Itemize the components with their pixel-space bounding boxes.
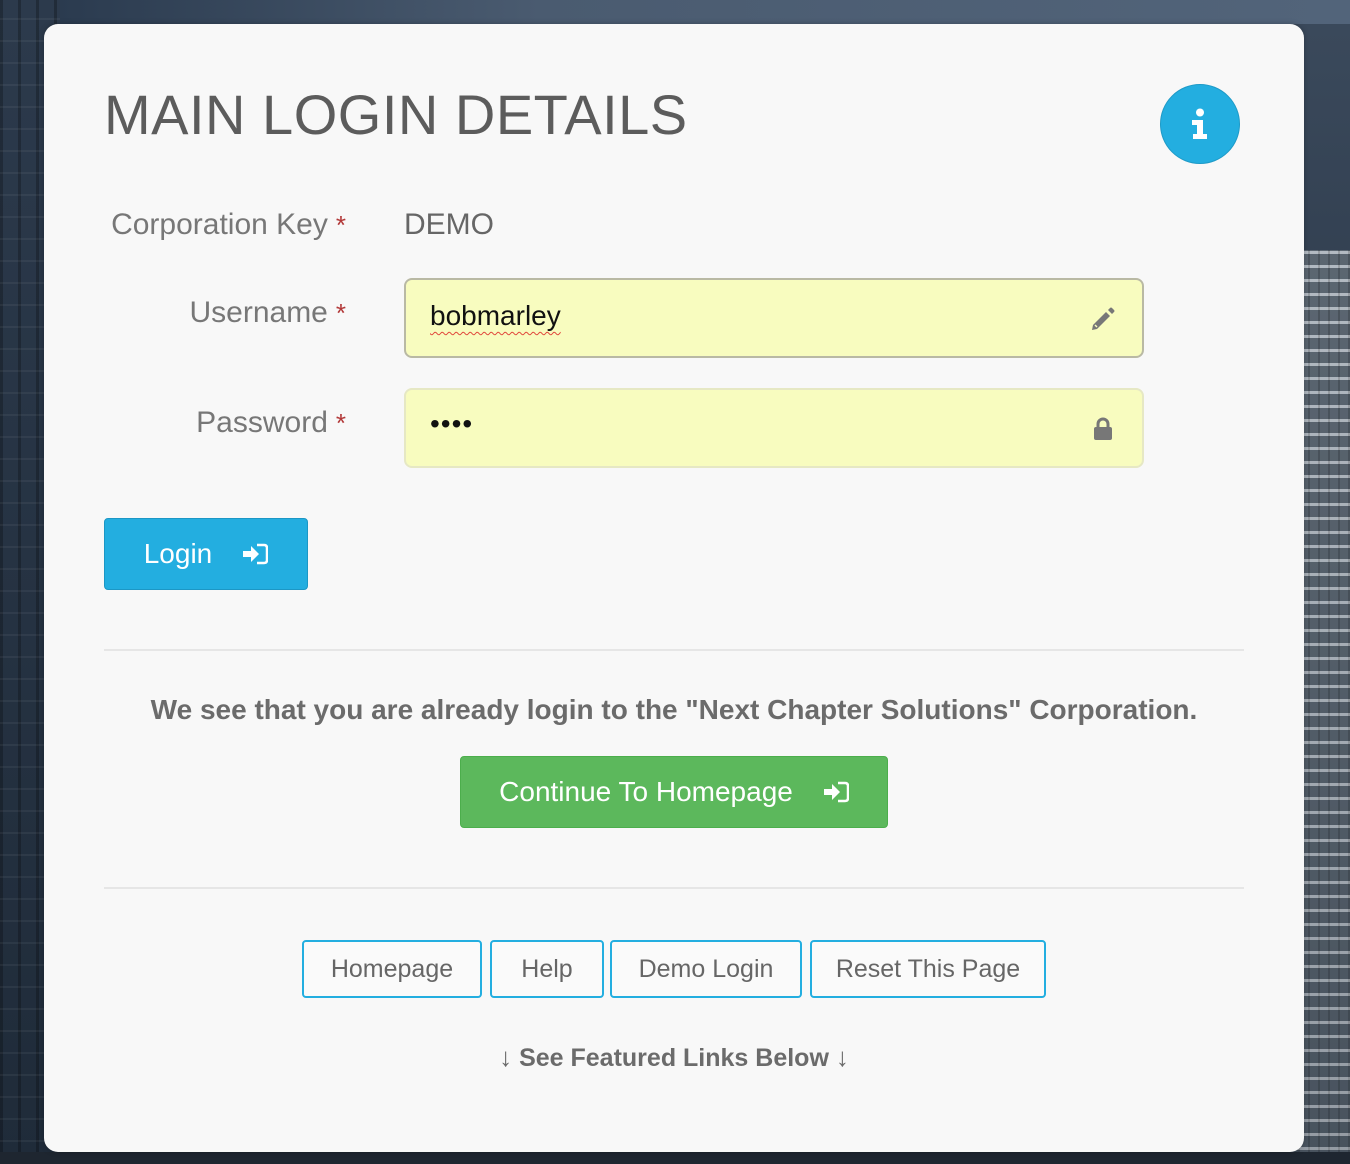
already-logged-in-notice: We see that you are already login to the… [150, 694, 1198, 725]
username-input[interactable]: bobmarley [404, 278, 1144, 358]
required-marker: * [335, 210, 346, 240]
page-title: MAIN LOGIN DETAILS [104, 83, 688, 146]
info-icon [1192, 108, 1207, 139]
username-row: Username * bobmarley [44, 278, 1304, 358]
background-sky [0, 0, 1350, 24]
info-button[interactable] [1160, 84, 1240, 164]
lock-icon [1094, 417, 1112, 440]
down-arrow-icon: ↓ [499, 1042, 513, 1072]
username-value[interactable]: bobmarley [430, 300, 561, 332]
quick-links: Homepage Help Demo Login Reset This Page [44, 940, 1304, 998]
help-link-button[interactable]: Help [490, 940, 604, 998]
password-value[interactable]: •••• [430, 408, 473, 440]
background-ground [0, 1152, 1350, 1164]
password-label: Password * [196, 406, 346, 439]
reset-page-link-button[interactable]: Reset This Page [810, 940, 1046, 998]
password-input[interactable]: •••• [404, 388, 1144, 468]
required-marker: * [335, 408, 346, 438]
password-row: Password * •••• [44, 388, 1304, 468]
divider [104, 649, 1244, 651]
sign-in-icon [823, 781, 849, 803]
down-arrow-icon: ↓ [835, 1042, 849, 1072]
continue-to-homepage-button[interactable]: Continue To Homepage [460, 756, 888, 828]
corporation-key-label: Corporation Key * [111, 208, 346, 241]
continue-button-label: Continue To Homepage [499, 776, 793, 807]
username-label: Username * [189, 296, 346, 329]
divider [104, 887, 1244, 889]
featured-links-hint: ↓ See Featured Links Below ↓ [44, 1042, 1304, 1073]
login-button[interactable]: Login [104, 518, 308, 590]
sign-in-icon [243, 543, 269, 565]
required-marker: * [335, 298, 346, 328]
homepage-link-button[interactable]: Homepage [302, 940, 482, 998]
corporation-key-value: DEMO [404, 208, 494, 241]
corporation-key-row: Corporation Key * DEMO [44, 204, 1304, 248]
featured-links-text: See Featured Links Below [519, 1044, 829, 1072]
pencil-icon [1092, 307, 1115, 330]
background-building-right [1298, 250, 1350, 1164]
login-button-label: Login [143, 538, 213, 569]
demo-login-link-button[interactable]: Demo Login [610, 940, 802, 998]
login-card: MAIN LOGIN DETAILS Corporation Key * DEMO… [44, 24, 1304, 1152]
